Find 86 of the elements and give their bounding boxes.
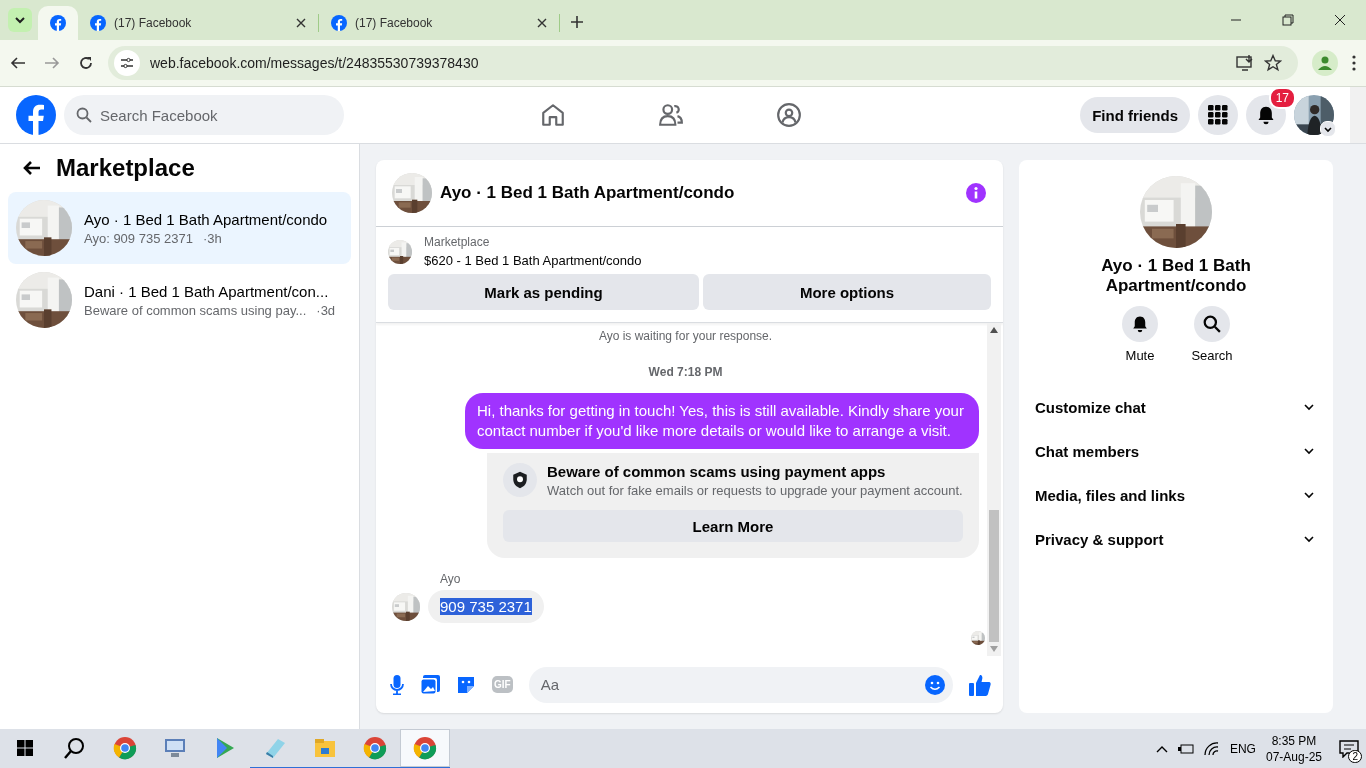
facebook-logo-icon[interactable]	[16, 95, 56, 135]
conversation-item[interactable]: Dani · 1 Bed 1 Bath Apartment/con... Beware of common scams using pay... ·3d	[8, 264, 351, 336]
round-logo-icon	[113, 736, 137, 760]
folder-icon	[313, 736, 337, 760]
received-message: 909 735 2371	[428, 590, 544, 623]
search-icon	[64, 737, 86, 759]
listing-action-button[interactable]: Mark as pending	[388, 274, 699, 310]
round-logo-icon	[413, 736, 437, 760]
round-logo-icon	[363, 736, 387, 760]
contact-title: Ayo · 1 Bed 1 Bath Apartment/condo	[1100, 256, 1252, 296]
browser-tab[interactable]: (17) Facebook	[78, 6, 318, 40]
listing-label: Marketplace	[424, 235, 491, 249]
photo-icon[interactable]	[420, 674, 440, 695]
scroll-up-icon[interactable]	[990, 327, 998, 333]
monitor-icon	[163, 736, 187, 760]
wifi-icon[interactable]	[1203, 742, 1220, 756]
sidebar-title: Marketplace	[56, 154, 195, 182]
scrollbar-thumb[interactable]	[989, 510, 999, 642]
details-section[interactable]: Chat members	[1027, 429, 1325, 473]
thumbs-up-icon[interactable]	[969, 673, 991, 696]
install-icon[interactable]	[1236, 54, 1254, 72]
taskbar-app[interactable]	[400, 729, 450, 768]
back-icon[interactable]	[10, 55, 26, 71]
clock[interactable]: 8:35 PM 07-Aug-25	[1265, 733, 1322, 765]
reload-icon[interactable]	[78, 55, 94, 71]
message-timestamp: Wed 7:18 PM	[647, 365, 724, 379]
profile-icon[interactable]	[1317, 55, 1333, 71]
address-bar[interactable]: web.facebook.com/messages/t/24835530739378430	[108, 46, 1298, 80]
details-section[interactable]: Media, files and links	[1027, 473, 1325, 517]
shield-icon	[511, 471, 529, 489]
bell-icon	[1256, 105, 1276, 125]
sender-name: Ayo	[440, 572, 462, 586]
facebook-logo-icon	[90, 15, 106, 31]
notification-center-icon[interactable]	[1339, 740, 1359, 758]
home-icon[interactable]	[540, 102, 566, 128]
chevron-up-icon[interactable]	[1155, 745, 1168, 753]
warning-text: Watch out for fake emails or requests to upgrade your payment account.	[547, 483, 963, 498]
system-message: Ayo is waiting for your response.	[597, 329, 774, 343]
find-friends-button[interactable]: Find friends	[1080, 97, 1190, 133]
listing-title: $620 - 1 Bed 1 Bath Apartment/condo	[424, 253, 642, 268]
details-section[interactable]: Privacy & support	[1027, 517, 1325, 561]
forward-icon[interactable]	[44, 55, 60, 71]
scrollbar-track[interactable]	[1350, 87, 1366, 143]
browser-tab[interactable]: (17) Facebook	[319, 6, 559, 40]
restore-icon[interactable]	[1282, 14, 1294, 26]
plus-icon	[570, 15, 584, 29]
chevron-down-icon	[14, 14, 26, 26]
learn-more-button[interactable]: Learn More	[503, 510, 963, 542]
battery-icon[interactable]	[1177, 743, 1194, 755]
search-icon	[1203, 315, 1221, 333]
dropdown-icon[interactable]	[1320, 121, 1336, 137]
close-icon[interactable]	[1334, 14, 1346, 26]
mute-button[interactable]: Mute	[1112, 306, 1168, 363]
language-indicator[interactable]: ENG	[1229, 742, 1256, 756]
message-input-field[interactable]: Aa	[528, 666, 953, 703]
chat-title: Ayo · 1 Bed 1 Bath Apartment/condo	[440, 183, 736, 203]
details-section[interactable]: Customize chat	[1027, 385, 1325, 429]
warning-title: Beware of common scams using payment apps	[547, 463, 887, 480]
search-field[interactable]: Search Facebook	[64, 95, 344, 135]
facebook-logo-icon	[331, 15, 347, 31]
notification-count: 2	[1348, 750, 1362, 763]
emoji-icon[interactable]	[925, 674, 945, 695]
conversation-item[interactable]: Ayo · 1 Bed 1 Bath Apartment/condo Ayo: 909 735 2371 ·3h	[8, 192, 351, 264]
menu-icon[interactable]	[1352, 55, 1356, 71]
site-settings-icon[interactable]	[120, 56, 134, 70]
browser-tab[interactable]	[38, 6, 78, 40]
windows-icon	[17, 740, 33, 756]
notepad-icon	[263, 736, 287, 760]
friends-icon[interactable]	[658, 102, 684, 128]
sticker-icon[interactable]	[456, 674, 476, 695]
bookmark-star-icon[interactable]	[1264, 54, 1282, 72]
microphone-icon[interactable]	[390, 674, 404, 695]
notification-badge: 17	[1268, 87, 1296, 109]
search-icon	[76, 107, 92, 123]
tab-search-button[interactable]	[8, 8, 32, 32]
groups-icon[interactable]	[776, 102, 802, 128]
close-icon[interactable]	[537, 18, 547, 28]
close-icon[interactable]	[296, 18, 306, 28]
listing-action-button[interactable]: More options	[703, 274, 991, 310]
sent-message: Hi, thanks for getting in touch! Yes, this is still available. Kindly share your contact number if you'd like more details or would like to arrange a visit.	[465, 393, 979, 449]
info-icon[interactable]	[965, 182, 987, 204]
grid-menu-icon	[1208, 105, 1228, 125]
menu-button[interactable]	[1198, 95, 1238, 135]
facebook-logo-icon	[50, 15, 66, 31]
search-button[interactable]: Search	[1184, 306, 1240, 363]
bell-icon	[1131, 315, 1149, 333]
